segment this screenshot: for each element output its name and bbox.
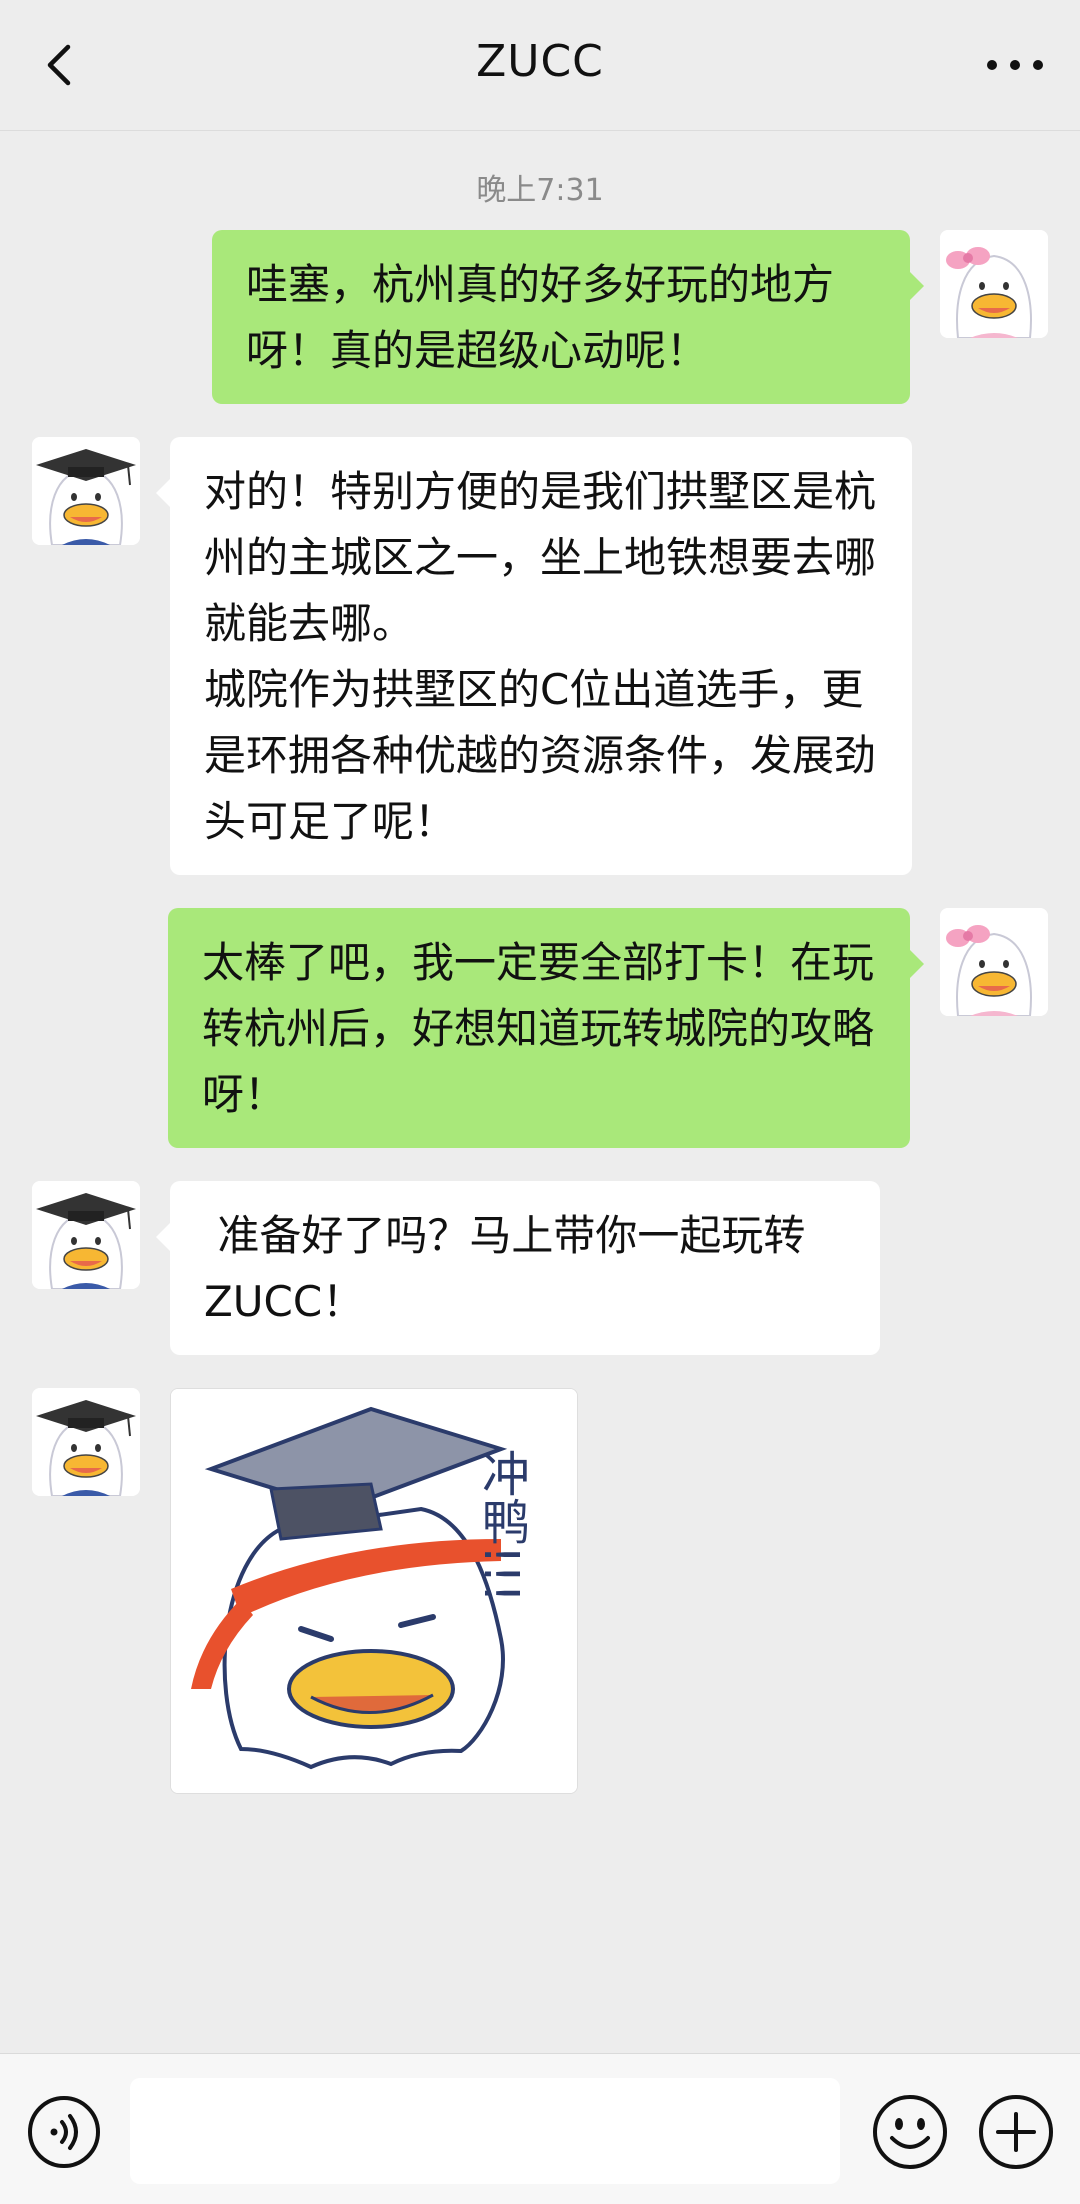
graduation-duck-avatar-icon — [32, 1388, 140, 1496]
chat-header: ZUCC — [0, 0, 1080, 131]
chat-title: ZUCC — [476, 36, 604, 87]
voice-icon[interactable] — [26, 2094, 102, 2170]
graduation-duck-avatar-icon — [32, 1181, 140, 1289]
zucc-message-bubble[interactable]: 对的！特别方便的是我们拱墅区是杭州的主城区之一，坐上地铁想要去哪就能去哪。 城院… — [156, 437, 912, 875]
my-message-bubble[interactable]: 哇塞，杭州真的好多好玩的地方呀！真的是超级心动呢！ — [212, 230, 924, 404]
zucc-avatar[interactable] — [32, 437, 140, 545]
message-input-bar — [0, 2053, 1080, 2204]
my-avatar[interactable] — [940, 230, 1048, 338]
graduation-duck-avatar-icon — [32, 437, 140, 545]
emoji-icon[interactable] — [870, 2092, 950, 2172]
zucc-avatar[interactable] — [32, 1388, 140, 1496]
duck-sticker-message[interactable]: 冲鸭!!! — [170, 1388, 578, 1794]
my-avatar[interactable] — [940, 908, 1048, 1016]
charging-duck-sticker: 冲鸭!!! — [171, 1389, 577, 1793]
plus-icon[interactable] — [976, 2092, 1056, 2172]
my-message-bubble[interactable]: 太棒了吧，我一定要全部打卡！在玩转杭州后，好想知道玩转城院的攻略呀！ — [168, 908, 924, 1148]
pink-bow-duck-avatar-icon — [940, 230, 1048, 338]
zucc-message-bubble[interactable]: 准备好了吗？马上带你一起玩转ZUCC！ — [156, 1181, 880, 1355]
more-dots-icon[interactable] — [980, 40, 1050, 90]
pink-bow-duck-avatar-icon — [940, 908, 1048, 1016]
zucc-avatar[interactable] — [32, 1181, 140, 1289]
message-timestamp: 晚上7:31 — [476, 173, 604, 208]
sticker-text: 冲鸭!!! — [473, 1449, 529, 1603]
message-input[interactable] — [130, 2078, 840, 2184]
